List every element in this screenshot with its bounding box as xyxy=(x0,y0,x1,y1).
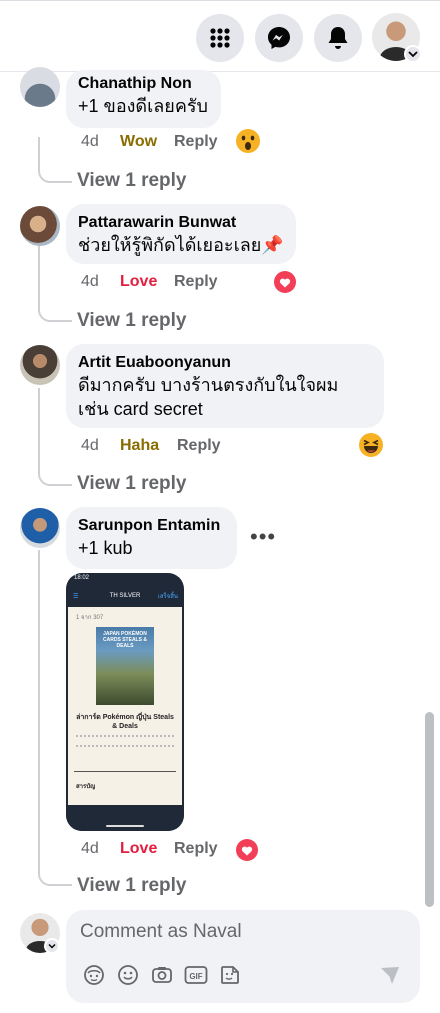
comment-age[interactable]: 4d xyxy=(81,437,120,455)
chevron-down-icon[interactable] xyxy=(44,938,60,954)
list-icon: ☰ xyxy=(73,593,79,600)
more-options-icon[interactable]: ••• xyxy=(250,524,276,550)
divider xyxy=(74,771,176,772)
view-replies-link[interactable]: View 1 reply xyxy=(77,473,187,495)
comment-age[interactable]: 4d xyxy=(81,133,120,151)
comment-text: +1 ของดีเลยครับ xyxy=(78,96,208,116)
bell-icon[interactable] xyxy=(314,14,362,62)
gif-icon[interactable]: GIF xyxy=(184,963,208,987)
document-page: 1 จาก 307 JAPAN POKÉMON CARDS STEALS & D… xyxy=(68,607,182,805)
phone-toolbar xyxy=(66,805,184,831)
comment-input[interactable] xyxy=(80,918,400,946)
emoji-icon[interactable] xyxy=(116,963,140,987)
phone-nav-title: TH SILVER xyxy=(109,593,141,599)
thread-connector xyxy=(38,550,72,886)
comment-composer: GIF xyxy=(66,910,420,1003)
avatar-sticker-icon[interactable] xyxy=(82,963,106,987)
toc-label: สารบัญ xyxy=(76,784,96,790)
comment-text-line: เช่น card secret xyxy=(78,399,203,419)
wow-emoji-icon[interactable] xyxy=(235,128,261,154)
top-bar xyxy=(0,0,440,72)
thread-connector xyxy=(38,388,72,486)
comment-age[interactable]: 4d xyxy=(81,273,120,291)
comment-meta: 4d Haha Reply xyxy=(81,437,221,455)
reply-link[interactable]: Reply xyxy=(174,273,218,291)
love-heart-icon[interactable] xyxy=(272,269,298,295)
reaction-love-label[interactable]: Love xyxy=(120,273,174,291)
avatar[interactable] xyxy=(20,206,60,246)
avatar[interactable] xyxy=(20,67,60,107)
avatar[interactable] xyxy=(20,508,60,548)
love-heart-icon[interactable] xyxy=(234,837,260,863)
home-indicator xyxy=(106,825,144,827)
reply-link[interactable]: Reply xyxy=(174,840,218,858)
phone-nav-bar: ☰ TH SILVER เสร็จสิ้น xyxy=(66,587,184,605)
comment-author[interactable]: Artit Euaboonyanun xyxy=(78,352,372,373)
thread-connector xyxy=(38,246,72,322)
reply-link[interactable]: Reply xyxy=(177,437,221,455)
view-replies-link[interactable]: View 1 reply xyxy=(77,875,187,897)
cover-title: JAPAN POKÉMON CARDS STEALS & DEALS xyxy=(103,631,147,649)
avatar[interactable] xyxy=(20,345,60,385)
phone-status-time: 18:02 xyxy=(74,575,90,581)
comment-meta: 4d Love Reply xyxy=(81,840,218,858)
comment-bubble: Pattarawarin Bunwat ช่วยให้รู้พิกัดได้เย… xyxy=(66,204,296,264)
scrollbar[interactable] xyxy=(425,712,434,907)
page-indicator: 1 จาก 307 xyxy=(76,615,104,621)
comment-text: ช่วยให้รู้พิกัดได้เยอะเลย📌 xyxy=(78,235,284,255)
comment-meta: 4d Love Reply xyxy=(81,273,218,291)
reaction-haha-label[interactable]: Haha xyxy=(120,437,177,455)
phone-nav-action: เสร็จสิ้น xyxy=(157,594,178,600)
messenger-icon[interactable] xyxy=(255,14,303,62)
comment-text: +1 kub xyxy=(78,538,133,558)
haha-emoji-icon[interactable] xyxy=(358,432,384,458)
attachment-image[interactable]: 18:02 ☰ TH SILVER เสร็จสิ้น 1 จาก 307 JA… xyxy=(66,573,184,831)
comment-author[interactable]: Sarunpon Entamin xyxy=(78,515,225,536)
comment-bubble: Artit Euaboonyanun ดีมากครับ บางร้านตรงก… xyxy=(66,344,384,428)
view-replies-link[interactable]: View 1 reply xyxy=(77,170,187,192)
reaction-wow-label[interactable]: Wow xyxy=(120,133,174,151)
comment-bubble: Sarunpon Entamin +1 kub xyxy=(66,507,237,569)
view-replies-link[interactable]: View 1 reply xyxy=(77,310,187,332)
comment-author[interactable]: Chanathip Non xyxy=(78,73,209,94)
grid-menu-icon[interactable] xyxy=(196,14,244,62)
comment-bubble: Chanathip Non +1 ของดีเลยครับ xyxy=(66,70,221,128)
document-title: ล่าการ์ด Pokémon ญี่ปุ่น Steals & Deals xyxy=(76,714,174,730)
sticker-icon[interactable] xyxy=(218,963,242,987)
chevron-down-icon[interactable] xyxy=(404,45,422,63)
comment-meta: 4d Wow Reply xyxy=(81,133,218,151)
send-icon[interactable] xyxy=(378,963,402,987)
comment-author[interactable]: Pattarawarin Bunwat xyxy=(78,212,284,233)
thread-connector xyxy=(38,137,72,183)
reaction-love-label[interactable]: Love xyxy=(120,840,174,858)
reply-link[interactable]: Reply xyxy=(174,133,218,151)
comment-age[interactable]: 4d xyxy=(81,840,120,858)
svg-text:GIF: GIF xyxy=(189,972,202,981)
comment-text-line: ดีมากครับ บางร้านตรงกับในใจผม xyxy=(78,375,339,395)
camera-icon[interactable] xyxy=(150,963,174,987)
document-body-lines xyxy=(76,735,174,747)
